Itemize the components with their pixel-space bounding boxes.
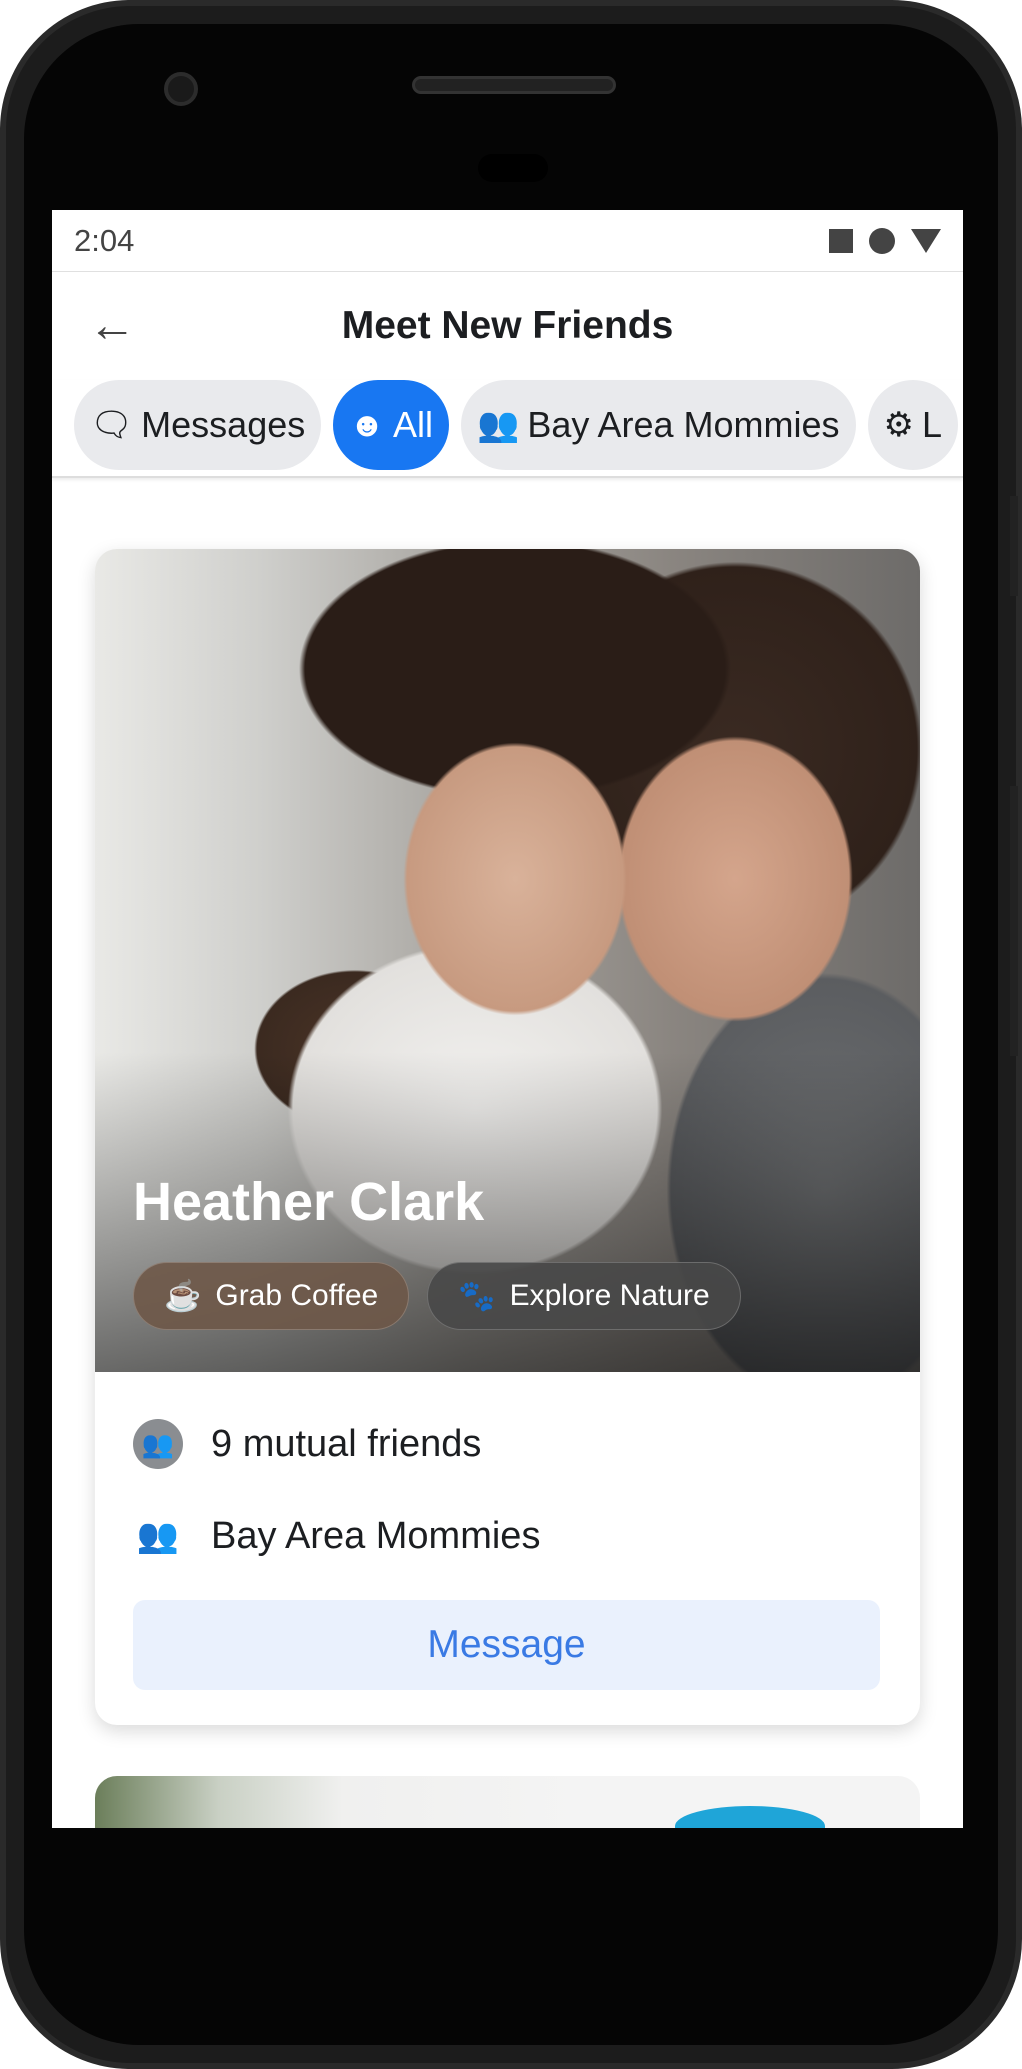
profile-photo: Heather Clark ☕ Grab Coffee 🐾 Explore Natu… <box>95 549 920 1372</box>
status-time: 2:04 <box>74 222 135 258</box>
circle-icon <box>869 227 895 254</box>
message-button[interactable]: Message <box>133 1600 880 1690</box>
front-camera <box>164 72 198 106</box>
filter-label: Bay Area Mommies <box>527 404 840 445</box>
mutual-friends-row: 👥 9 mutual friends <box>133 1398 882 1490</box>
page-title: Meet New Friends <box>341 304 674 347</box>
group-name: Bay Area Mommies <box>211 1514 541 1557</box>
gear-icon: ⚙ <box>883 406 914 444</box>
status-bar: 2:04 <box>52 210 963 272</box>
photo-detail <box>675 1806 825 1828</box>
chat-bubbles-icon: 🗨 <box>90 406 134 444</box>
interest-label: Explore Nature <box>509 1279 710 1312</box>
filter-settings[interactable]: ⚙ L <box>867 380 959 470</box>
stop-icon <box>829 228 853 253</box>
interest-tag: 🐾 Explore Nature <box>427 1262 741 1330</box>
filter-label: All <box>393 404 434 445</box>
users-icon: 👥 <box>136 1517 180 1555</box>
filter-bay-area-mommies[interactable]: 👥 Bay Area Mommies <box>461 380 856 470</box>
paw-icon: 🐾 <box>458 1279 496 1313</box>
triangle-icon <box>911 228 941 253</box>
profile-card[interactable]: Heather Clark ☕ Grab Coffee 🐾 Explore Natu… <box>95 549 920 1725</box>
profile-name: Heather Clark <box>133 1172 485 1232</box>
volume-button <box>1010 786 1018 1056</box>
power-button <box>1010 496 1018 596</box>
app-screen: 2:04 ← Meet New Friends 🗨 Messages ☻ All 👥… <box>52 210 963 1828</box>
filter-label: Messages <box>141 404 306 445</box>
interest-tag: ☕ Grab Coffee <box>133 1262 410 1330</box>
users-icon: 👥 <box>477 406 520 444</box>
earpiece-speaker <box>412 76 616 94</box>
arrow-left-icon[interactable]: ← <box>88 302 136 350</box>
user-circle-icon: ☻ <box>349 405 386 444</box>
filter-label: L <box>921 404 943 445</box>
group-row: 👥 Bay Area Mommies <box>133 1490 882 1582</box>
mutual-friends-icon: 👥 <box>133 1419 183 1469</box>
app-header: ← Meet New Friends <box>52 272 963 380</box>
interest-label: Grab Coffee <box>215 1279 379 1312</box>
proximity-sensor <box>478 154 548 182</box>
coffee-cup-icon: ☕ <box>164 1279 202 1313</box>
next-profile-card[interactable] <box>95 1776 920 1828</box>
filter-messages[interactable]: 🗨 Messages <box>74 380 322 470</box>
filter-chips: 🗨 Messages ☻ All 👥 Bay Area Mommies ⚙ L <box>52 380 963 478</box>
filter-all[interactable]: ☻ All <box>333 380 450 470</box>
mutual-friends-text: 9 mutual friends <box>211 1422 482 1465</box>
